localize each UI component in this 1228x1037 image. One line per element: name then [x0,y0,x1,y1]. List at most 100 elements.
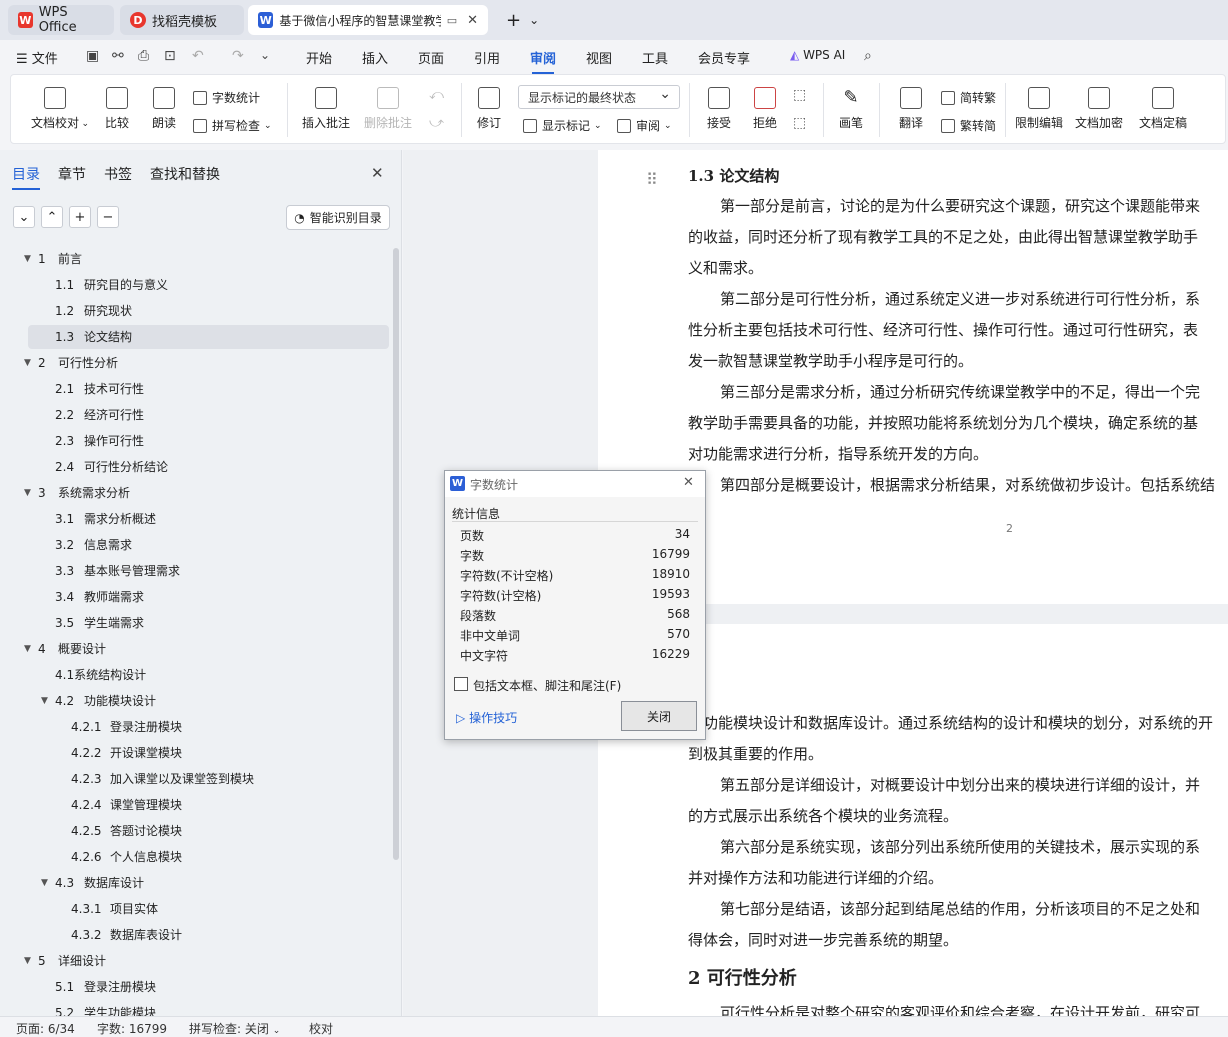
toc-item[interactable]: 4.2.1 登录注册模块 [0,715,390,739]
toc-item[interactable]: 3.1 需求分析概述 [0,507,390,531]
expand-arrow-icon[interactable]: ▼ [24,637,31,661]
tab-toc[interactable]: 目录 [12,164,40,190]
toc-item[interactable]: 1.1 研究目的与意义 [0,273,390,297]
tab-daoke-templates[interactable]: D 找稻壳模板 [120,5,244,35]
reject-button[interactable]: 拒绝 [745,75,785,131]
toc-item[interactable]: 4.1系统结构设计 [0,663,390,687]
toc-item[interactable]: 4.2.4 课堂管理模块 [0,793,390,817]
menu-reference[interactable]: 引用 [474,48,500,67]
file-menu[interactable]: ☰ 文件 [16,48,58,67]
word-count-button[interactable]: 字数统计 [193,89,260,106]
page-indicator[interactable]: 页面: 6/34 [16,1020,75,1037]
tab-document[interactable]: W 基于微信小程序的智慧课堂教学 ▭ ✕ [248,5,488,35]
search-icon[interactable]: ⌕ [864,48,872,64]
delete-comment-button[interactable]: 删除批注 [361,75,415,131]
pen-button[interactable]: ✎ 画笔 [833,75,869,131]
menu-view[interactable]: 视图 [586,48,612,67]
toc-item[interactable]: 1.3 论文结构 [0,325,390,349]
toc-item[interactable]: 3.3 基本账号管理需求 [0,559,390,583]
link-icon[interactable]: ⚯ [112,48,124,64]
expand-arrow-icon[interactable]: ▼ [41,871,48,895]
proofread-button[interactable]: 文档校对 ⌄ [29,75,89,131]
toc-item[interactable]: ▼ 2 可行性分析 [0,351,390,375]
drag-handle-icon[interactable]: ⠿ [646,170,658,189]
toc-item[interactable]: 2.2 经济可行性 [0,403,390,427]
finalize-button[interactable]: 文档定稿 [1133,75,1193,131]
smart-toc-button[interactable]: ◔ 智能识别目录 [286,205,390,230]
menu-review[interactable]: 审阅 [530,48,556,74]
toc-item[interactable]: 4.3.2 数据库表设计 [0,923,390,947]
toc-item[interactable]: 2.1 技术可行性 [0,377,390,401]
close-icon[interactable]: ✕ [683,475,694,490]
spell-check-button[interactable]: 拼写检查 ⌄ [193,117,272,134]
toc-item[interactable]: ▼ 4.2 功能模块设计 [0,689,390,713]
prev-comment-icon[interactable]: ⤺ [429,87,444,103]
menu-page[interactable]: 页面 [418,48,444,67]
menu-member[interactable]: 会员专享 [698,48,750,67]
show-markup-button[interactable]: 显示标记 ⌄ [523,117,602,134]
menu-start[interactable]: 开始 [306,48,332,67]
toc-item[interactable]: 4.2.5 答题讨论模块 [0,819,390,843]
toc-item[interactable]: ▼ 4 概要设计 [0,637,390,661]
toc-item[interactable]: 5.1 登录注册模块 [0,975,390,999]
next-change-icon[interactable]: ⬚ [793,115,806,131]
translate-button[interactable]: 翻译 [891,75,931,131]
close-icon[interactable]: ✕ [467,13,478,28]
new-tab-button[interactable]: + ⌄ [496,5,549,35]
print-icon[interactable]: ⎙ [138,48,149,64]
read-aloud-button[interactable]: 朗读 [147,75,181,131]
toc-item[interactable]: 3.2 信息需求 [0,533,390,557]
add-heading-button[interactable]: + [69,206,91,228]
redo-icon[interactable]: ↷ [232,48,244,64]
toc-item[interactable]: 2.3 操作可行性 [0,429,390,453]
undo-icon[interactable]: ↶ [192,48,204,64]
scrollbar[interactable] [393,248,399,860]
toc-item[interactable]: 2.4 可行性分析结论 [0,455,390,479]
toc-item[interactable]: ▼ 3 系统需求分析 [0,481,390,505]
tab-find-replace[interactable]: 查找和替换 [150,164,220,184]
toc-item[interactable]: ▼ 5 详细设计 [0,949,390,973]
close-button[interactable]: 关闭 [621,701,697,731]
compare-button[interactable]: 比较 [97,75,137,131]
markup-state-select[interactable]: 显示标记的最终状态 [518,85,680,109]
expand-arrow-icon[interactable]: ▼ [24,481,31,505]
toc-item[interactable]: 4.2.6 个人信息模块 [0,845,390,869]
expand-arrow-icon[interactable]: ▼ [24,949,31,973]
prev-change-icon[interactable]: ⬚ [793,87,806,103]
revise-button[interactable]: 修订 [469,75,509,131]
toc-item[interactable]: ▼ 1 前言 [0,247,390,271]
expand-arrow-icon[interactable]: ▼ [24,247,31,271]
toc-item[interactable]: ▼ 4.3 数据库设计 [0,871,390,895]
expand-button[interactable]: ⌃ [41,206,63,228]
trad-to-simp-button[interactable]: 繁转简 [941,117,996,134]
toc-item[interactable]: 4.2.3 加入课堂以及课堂签到模块 [0,767,390,791]
tab-chapters[interactable]: 章节 [58,164,86,184]
expand-arrow-icon[interactable]: ▼ [41,689,48,713]
proofread-indicator[interactable]: 校对 [309,1020,333,1037]
restrict-edit-button[interactable]: 限制编辑 [1013,75,1065,131]
tab-bookmarks[interactable]: 书签 [104,164,132,184]
chevron-down-icon[interactable]: ⌄ [260,48,270,62]
expand-arrow-icon[interactable]: ▼ [24,351,31,375]
review-pane-button[interactable]: 审阅 ⌄ [617,117,672,134]
simp-to-trad-button[interactable]: 简转繁 [941,89,996,106]
dialog-titlebar[interactable]: W 字数统计 ✕ [445,471,705,497]
insert-comment-button[interactable]: 插入批注 [299,75,353,131]
remove-heading-button[interactable]: − [97,206,119,228]
save-icon[interactable]: ▣ [86,48,99,64]
spell-check-indicator[interactable]: 拼写检查: 关闭 ⌄ [189,1020,280,1037]
accept-button[interactable]: 接受 [699,75,739,131]
wps-ai-button[interactable]: ◭ WPS AI [790,48,845,62]
tips-link[interactable]: ▷ 操作技巧 [456,709,517,726]
toc-item[interactable]: 4.2.2 开设课堂模块 [0,741,390,765]
include-textbox-checkbox[interactable] [454,677,468,691]
collapse-button[interactable]: ⌄ [13,206,35,228]
tab-wps-office[interactable]: W WPS Office [8,5,114,35]
word-count-indicator[interactable]: 字数: 16799 [97,1020,167,1037]
toc-item[interactable]: 1.2 研究现状 [0,299,390,323]
print-preview-icon[interactable]: ⊡ [164,48,176,64]
toc-item[interactable]: 3.4 教师端需求 [0,585,390,609]
next-comment-icon[interactable]: ⤻ [429,115,444,131]
screen-icon[interactable]: ▭ [447,14,457,27]
toc-item[interactable]: 4.3.1 项目实体 [0,897,390,921]
